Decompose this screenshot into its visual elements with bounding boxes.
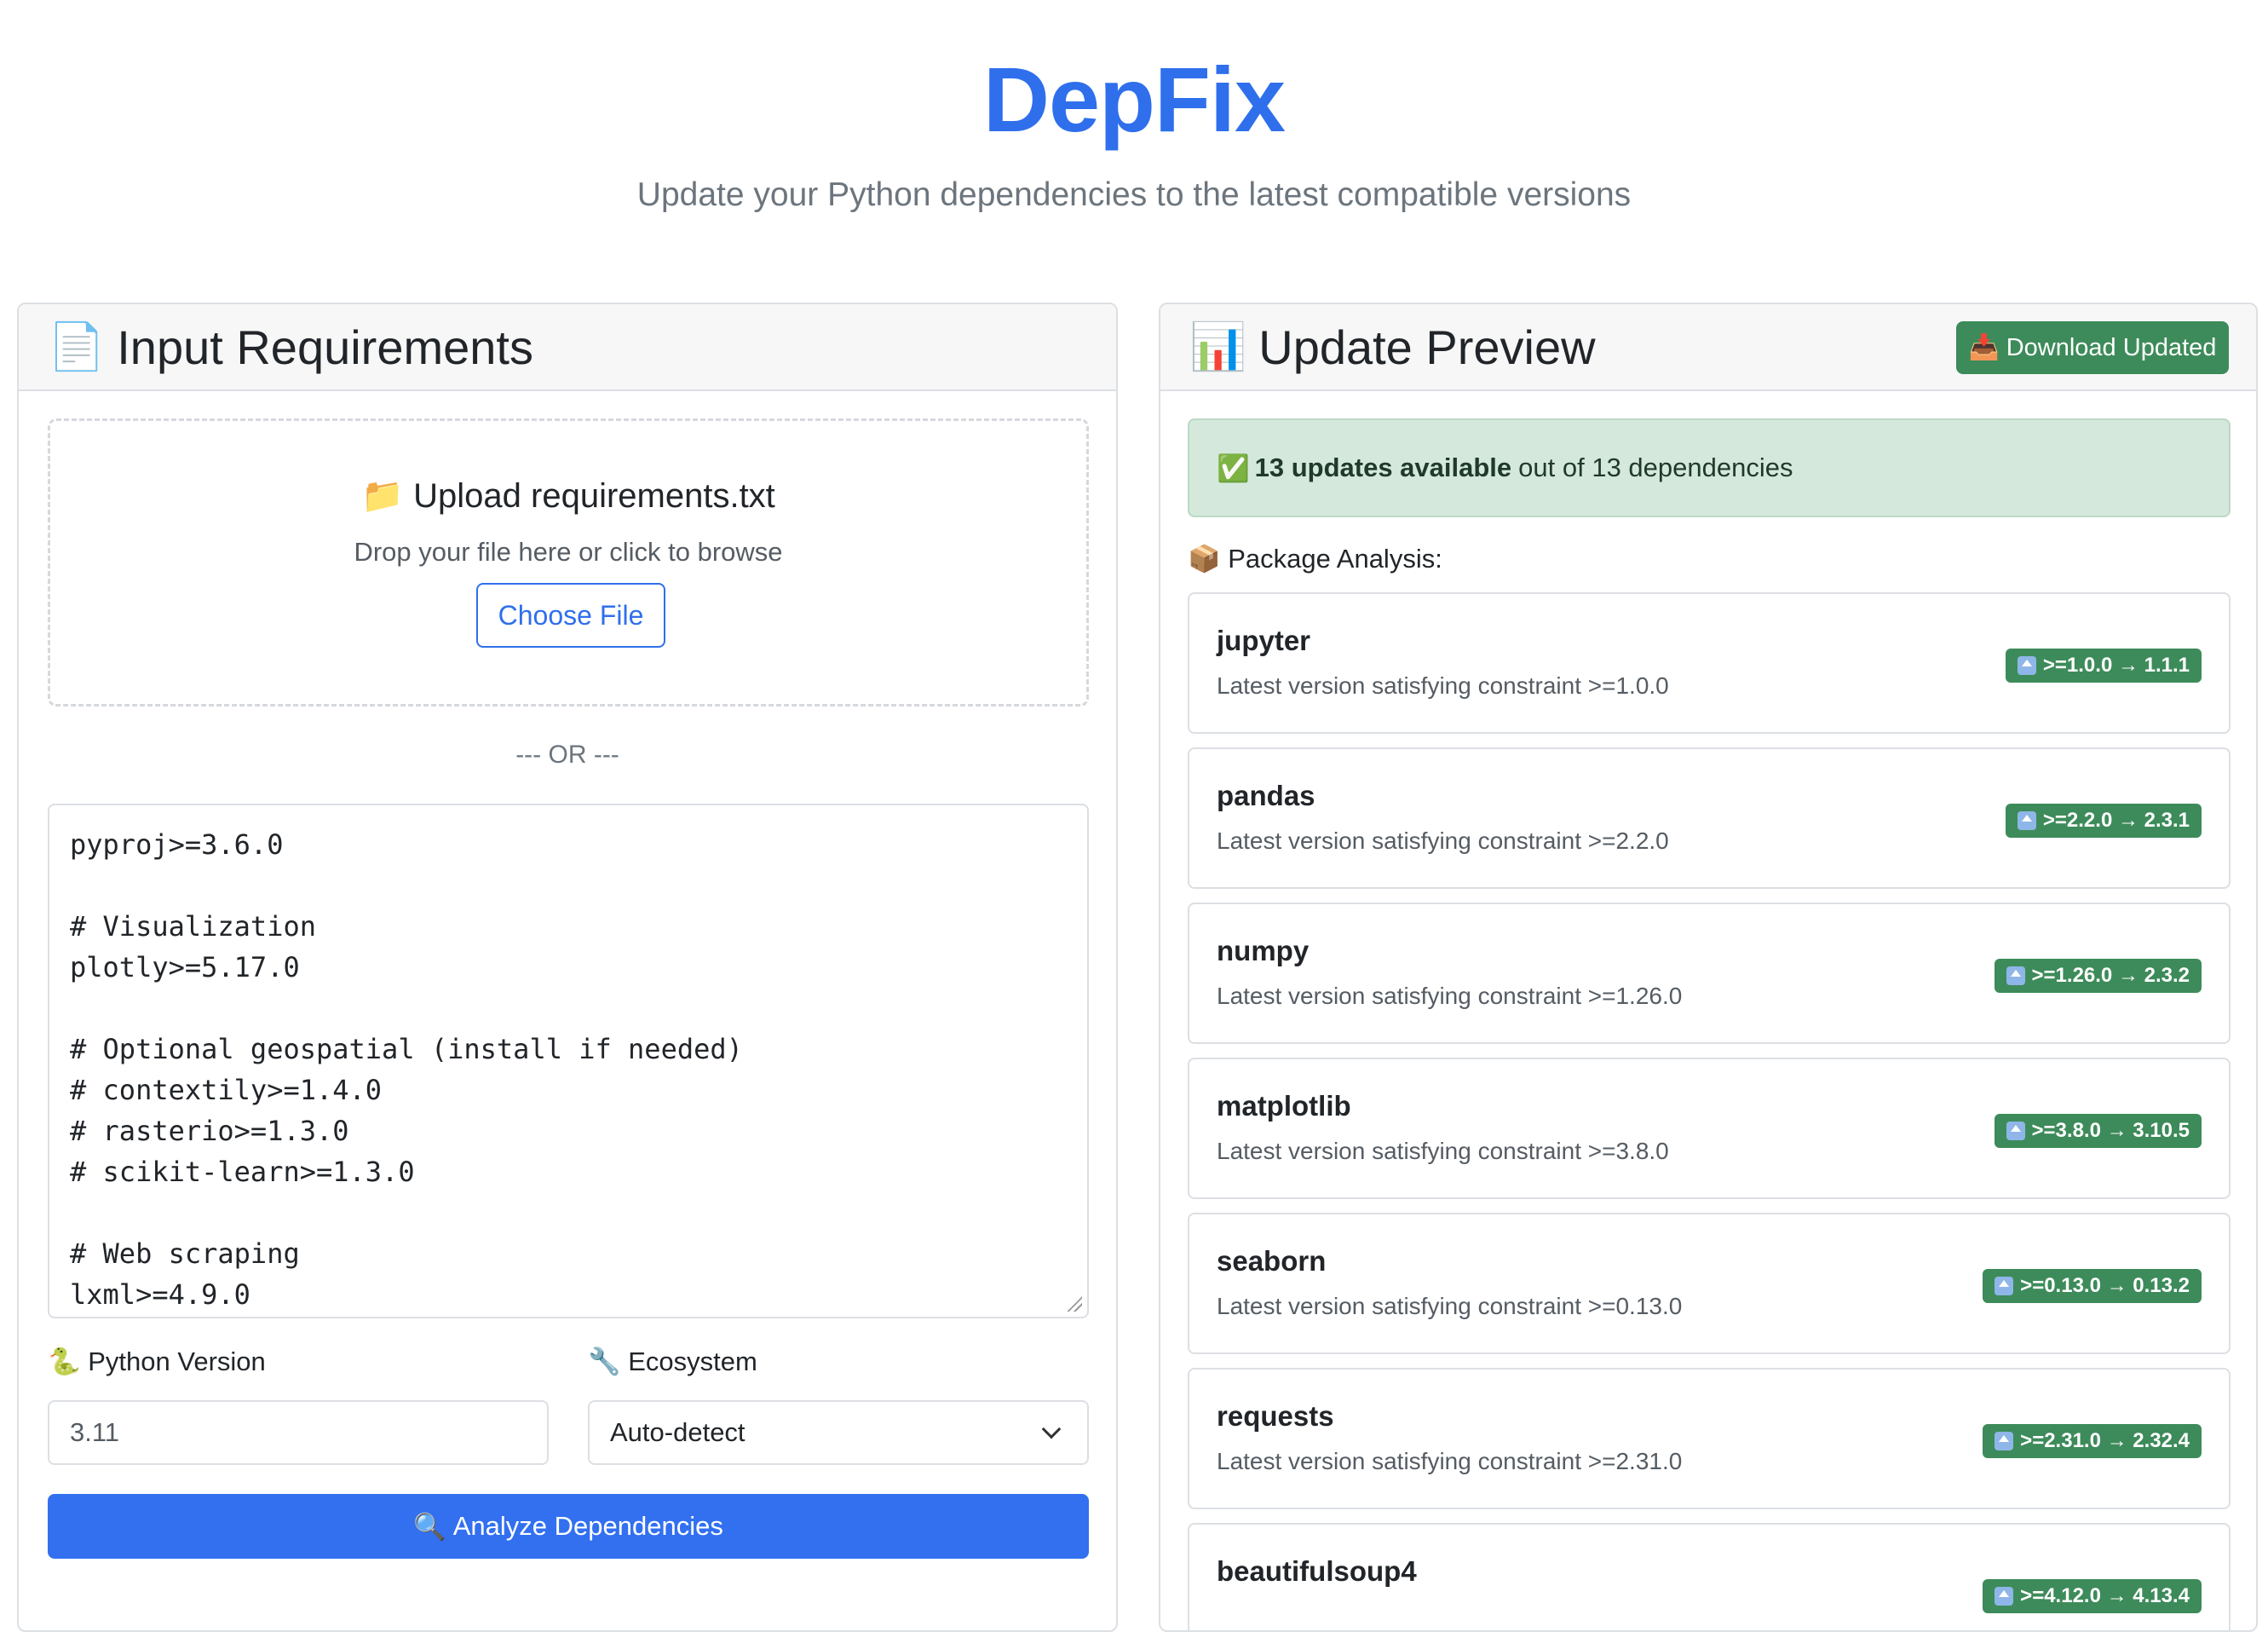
upload-hint: Drop your file here or click to browse: [354, 537, 783, 567]
file-drop-zone[interactable]: 📁 Upload requirements.txt Drop your file…: [48, 418, 1089, 706]
ecosystem-selected-value: Auto-detect: [610, 1417, 745, 1447]
ecosystem-label: 🔧 Ecosystem: [588, 1346, 757, 1377]
requirements-textarea[interactable]: pyproj>=3.6.0 # Visualization plotly>=5.…: [48, 804, 1089, 1318]
package-name: pandas: [1217, 780, 1315, 811]
upload-title: 📁 Upload requirements.txt: [50, 476, 1086, 516]
version-badge: >=3.8.0 → 3.10.5: [1994, 1114, 2202, 1148]
package-item: requests Latest version satisfying const…: [1188, 1368, 2231, 1509]
preview-card-title: Update Preview: [1258, 320, 1596, 374]
snake-icon: 🐍: [48, 1347, 81, 1376]
summary-rest: out of 13 dependencies: [1518, 453, 1793, 482]
requirements-text: pyproj>=3.6.0 # Visualization plotly>=5.…: [70, 828, 743, 1311]
version-badge: >=1.26.0 → 2.3.2: [1994, 959, 2202, 993]
package-name: beautifulsoup4: [1217, 1555, 1417, 1587]
version-badge-text: >=2.31.0 → 2.32.4: [2020, 1429, 2190, 1452]
package-item: numpy Latest version satisfying constrai…: [1188, 903, 2231, 1044]
package-name: requests: [1217, 1400, 1334, 1432]
ecosystem-select[interactable]: Auto-detect: [588, 1400, 1089, 1465]
python-version-input[interactable]: 3.11: [48, 1400, 549, 1465]
preview-card-header: 📊 Update Preview 📥 Download Updated: [1160, 304, 2256, 391]
package-name: matplotlib: [1217, 1090, 1351, 1122]
python-version-label-text: Python Version: [88, 1347, 266, 1376]
summary-count: 13 updates available: [1254, 453, 1512, 482]
version-badge: >=0.13.0 → 0.13.2: [1983, 1269, 2202, 1303]
analyze-dependencies-button[interactable]: 🔍 Analyze Dependencies: [48, 1494, 1089, 1559]
app-title: DepFix: [982, 48, 1286, 151]
version-badge: >=4.12.0 → 4.13.4: [1983, 1579, 2202, 1613]
package-description: Latest version satisfying constraint >=2…: [1217, 1448, 1683, 1474]
package-description: Latest version satisfying constraint >=2…: [1217, 828, 1669, 854]
up-arrow-icon: [2006, 966, 2025, 985]
input-card-header: 📄 Input Requirements: [19, 304, 1116, 391]
version-badge-text: >=4.12.0 → 4.13.4: [2020, 1584, 2190, 1607]
package-icon: 📦: [1188, 544, 1221, 574]
input-card-title: Input Requirements: [117, 320, 533, 374]
chevron-down-icon: [1041, 1419, 1062, 1439]
package-description: Latest version satisfying constraint >=3…: [1217, 1138, 1669, 1164]
folder-icon: 📁: [361, 477, 405, 515]
package-description: Latest version satisfying constraint >=0…: [1217, 1293, 1683, 1319]
package-item: beautifulsoup4 >=4.12.0 → 4.13.4: [1188, 1523, 2231, 1630]
download-updated-button[interactable]: 📥 Download Updated: [1956, 321, 2229, 374]
version-badge-text: >=1.0.0 → 1.1.1: [2042, 654, 2190, 677]
package-analysis-label: 📦 Package Analysis:: [1188, 543, 1442, 574]
version-badge-text: >=3.8.0 → 3.10.5: [2031, 1119, 2190, 1142]
package-description: Latest version satisfying constraint >=1…: [1217, 983, 1683, 1009]
package-item: matplotlib Latest version satisfying con…: [1188, 1058, 2231, 1199]
up-arrow-icon: [1995, 1432, 2014, 1450]
python-version-label: 🐍 Python Version: [48, 1346, 266, 1377]
version-badge-text: >=2.2.0 → 2.3.1: [2042, 809, 2190, 832]
up-arrow-icon: [1995, 1277, 2014, 1295]
package-item: jupyter Latest version satisfying constr…: [1188, 592, 2231, 734]
document-icon: 📄: [48, 321, 106, 372]
input-requirements-card: 📄 Input Requirements 📁 Upload requiremen…: [17, 303, 1118, 1632]
version-badge: >=2.31.0 → 2.32.4: [1983, 1424, 2202, 1458]
version-badge-text: >=1.26.0 → 2.3.2: [2031, 964, 2190, 987]
upload-title-text: Upload requirements.txt: [413, 477, 775, 515]
analyze-button-label: Analyze Dependencies: [452, 1511, 723, 1541]
version-badge: >=2.2.0 → 2.3.1: [2005, 804, 2202, 838]
package-description: Latest version satisfying constraint >=1…: [1217, 672, 1669, 699]
magnifier-icon: 🔍: [413, 1511, 446, 1542]
check-icon: ✅: [1217, 453, 1250, 483]
update-preview-card: 📊 Update Preview 📥 Download Updated ✅ 13…: [1159, 303, 2258, 1632]
version-badge: >=1.0.0 → 1.1.1: [2005, 649, 2202, 683]
up-arrow-icon: [1995, 1587, 2014, 1606]
package-list: jupyter Latest version satisfying constr…: [1188, 592, 2231, 1630]
choose-file-button[interactable]: Choose File: [476, 583, 665, 648]
package-name: seaborn: [1217, 1245, 1327, 1277]
package-name: jupyter: [1217, 625, 1311, 656]
package-name: numpy: [1217, 935, 1310, 966]
summary-alert: ✅ 13 updates available out of 13 depende…: [1188, 418, 2231, 517]
ecosystem-label-text: Ecosystem: [628, 1347, 757, 1376]
package-item: seaborn Latest version satisfying constr…: [1188, 1213, 2231, 1354]
or-divider: --- OR ---: [515, 741, 619, 769]
download-tray-icon: 📥: [1968, 334, 2000, 361]
package-item: pandas Latest version satisfying constra…: [1188, 747, 2231, 889]
wrench-icon: 🔧: [588, 1347, 621, 1376]
up-arrow-icon: [2017, 656, 2036, 675]
download-button-label: Download Updated: [2006, 333, 2217, 361]
bar-chart-icon: 📊: [1189, 321, 1247, 372]
resize-grip-icon[interactable]: [1067, 1296, 1082, 1312]
app-subtitle: Update your Python dependencies to the l…: [636, 176, 1632, 213]
version-badge-text: >=0.13.0 → 0.13.2: [2020, 1274, 2190, 1297]
up-arrow-icon: [2006, 1122, 2025, 1140]
up-arrow-icon: [2017, 811, 2036, 830]
package-analysis-text: Package Analysis:: [1228, 544, 1442, 574]
